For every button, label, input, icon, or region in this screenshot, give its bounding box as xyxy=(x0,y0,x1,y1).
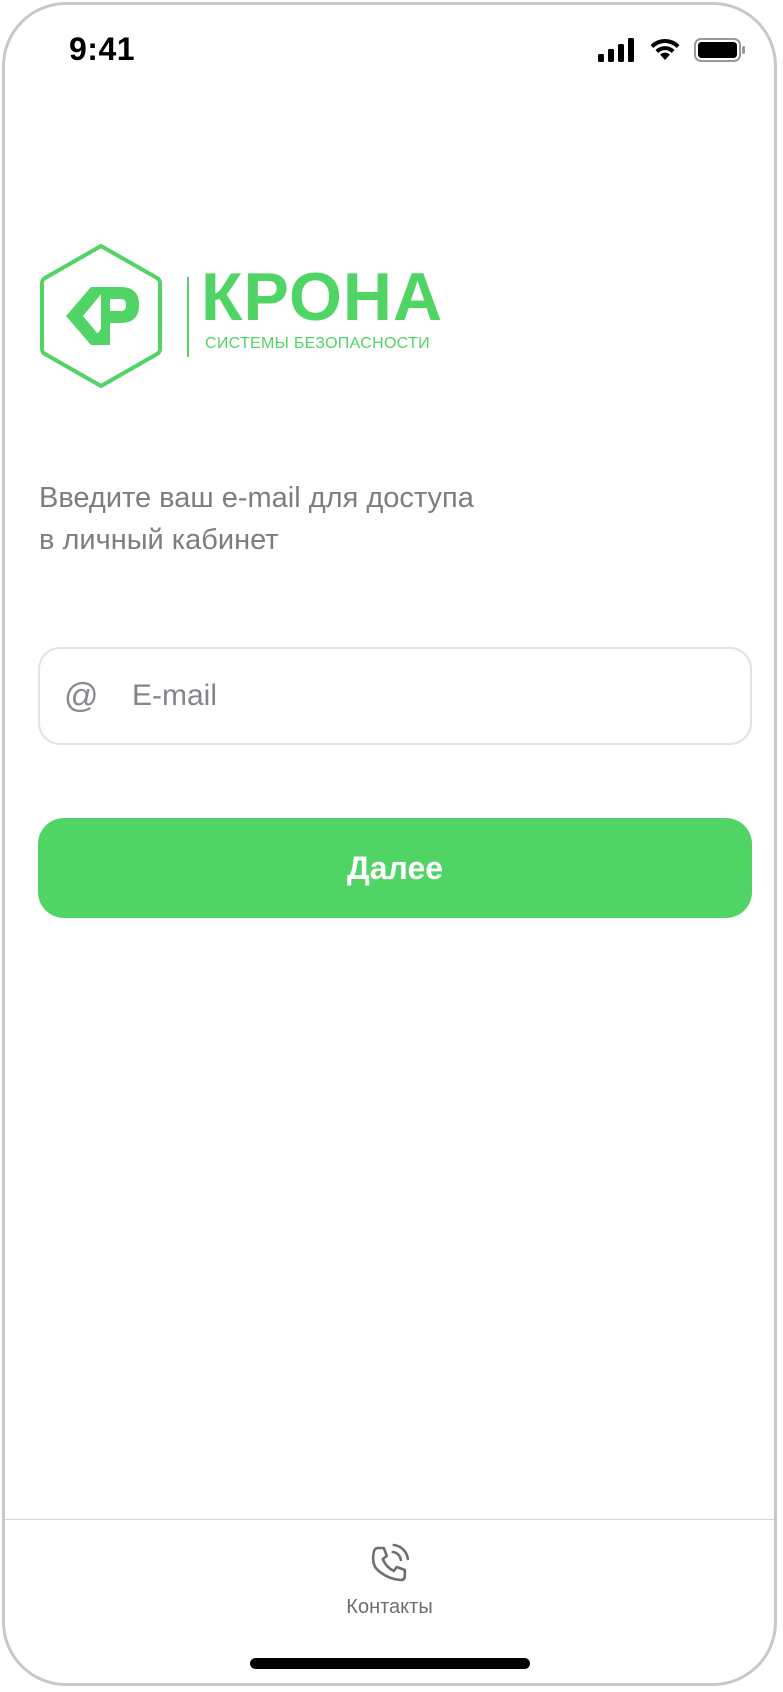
wifi-icon xyxy=(650,38,680,60)
instruction-text: Введите ваш e-mail для доступа в личный … xyxy=(39,477,559,561)
logo-tagline: СИСТЕМЫ БЕЗОПАСНОСТИ xyxy=(205,335,430,352)
instruction-line-2: в личный кабинет xyxy=(39,524,279,556)
logo-hexagon-icon xyxy=(40,244,162,388)
logo-divider xyxy=(187,277,189,357)
next-button[interactable]: Далее xyxy=(38,818,752,918)
phone-ringing-icon xyxy=(371,1543,409,1582)
tab-contacts[interactable]: Контакты xyxy=(346,1540,433,1619)
tab-contacts-label: Контакты xyxy=(346,1596,433,1618)
cellular-signal-icon xyxy=(598,37,634,62)
logo-wordmark: КРОНА xyxy=(201,259,444,335)
status-time: 9:41 xyxy=(69,31,136,67)
instruction-line-1: Введите ваш e-mail для доступа xyxy=(39,482,474,514)
battery-icon xyxy=(694,37,745,62)
email-field[interactable]: @ xyxy=(38,647,752,745)
email-input[interactable] xyxy=(130,678,714,714)
brand-logo: КРОНА СИСТЕМЫ БЕЗОПАСНОСТИ xyxy=(39,243,469,393)
home-indicator[interactable] xyxy=(249,1658,530,1669)
phone-screen: 9:41 КРОНА СИСТЕМЫ БЕЗОПАСНОСТИ Введите … xyxy=(2,2,777,1686)
status-icons xyxy=(598,37,746,62)
at-sign-icon: @ xyxy=(64,676,99,715)
